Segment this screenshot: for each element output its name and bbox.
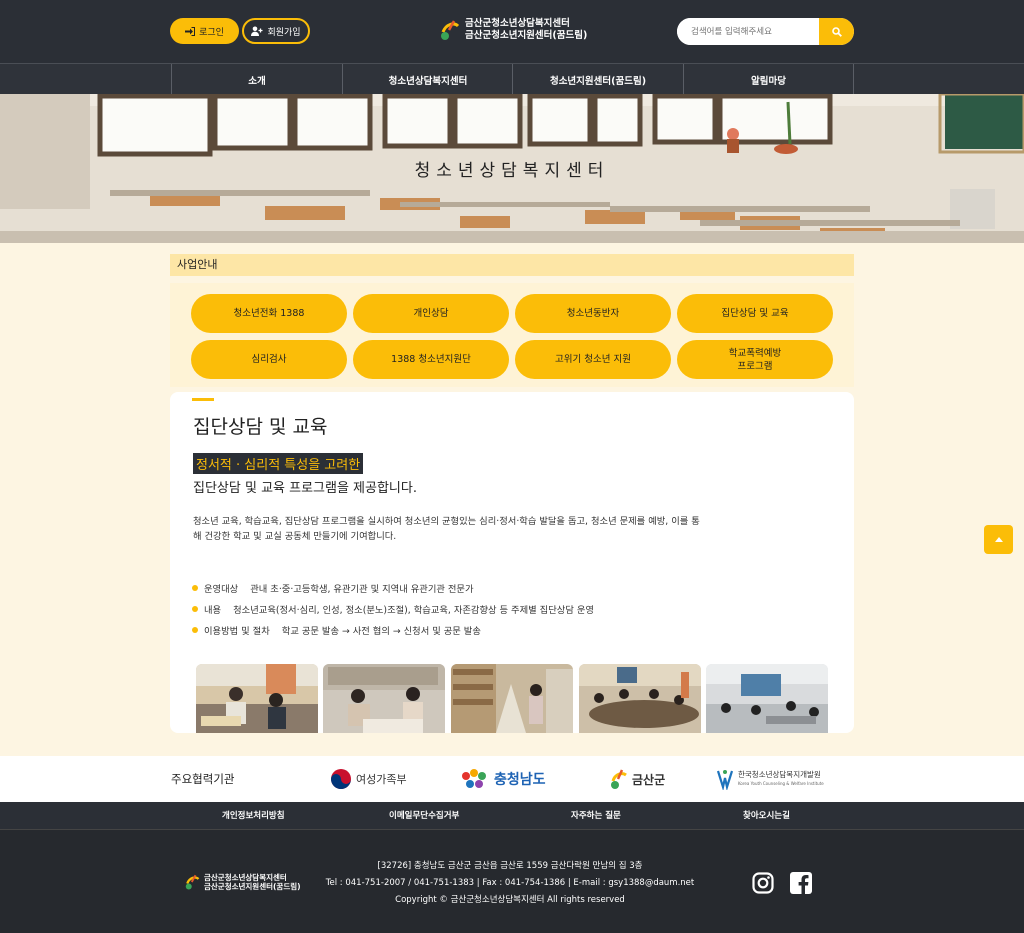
nav-item-counseling-center[interactable]: 청소년상담복지센터 (342, 64, 513, 95)
footer-address: [32726] 충청남도 금산군 금산읍 금산로 1559 금산다락원 만남의 … (377, 861, 643, 871)
search-icon (831, 26, 842, 37)
list-item: 이용방법 및 절차 학교 공문 발송 → 사전 협의 → 신청서 및 공문 발송 (192, 619, 594, 640)
logo-emblem-icon (185, 874, 200, 890)
link-faq[interactable]: 자주하는 질문 (571, 802, 621, 830)
footer-logo-line-1: 금산군청소년상담복지센터 (204, 873, 287, 882)
footer: 금산군청소년상담복지센터 금산군청소년지원센터(꿈드림) [32726] 충청남… (0, 830, 1024, 933)
partners-label: 주요협력기관 (171, 772, 235, 786)
bullet-value: 청소년교육(정서·심리, 인성, 정소(분노)조절), 학습교육, 자존감향상 … (233, 604, 594, 616)
footer-info: [32726] 충청남도 금산군 금산읍 금산로 1559 금산다락원 만남의 … (300, 858, 720, 909)
tab-school-violence-prevention[interactable]: 학교폭력예방 프로그램 (677, 340, 833, 379)
logo-line-1: 금산군청소년상담복지센터 (465, 18, 570, 29)
program-tabs: 청소년전화 1388 개인상담 청소년동반자 집단상담 및 교육 심리검사 13… (170, 283, 854, 387)
logo-line-2: 금산군청소년지원센터(꿈드림) (465, 30, 588, 41)
partner-name-en: Korea Youth Counseling & Welfare Institu… (738, 781, 824, 786)
tab-youth-companion[interactable]: 청소년동반자 (515, 294, 671, 333)
content-highlight: 정서적 · 심리적 특성을 고려한 (193, 453, 364, 474)
logo-emblem-icon (441, 20, 460, 40)
footer-logo-line-2: 금산군청소년지원센터(꿈드림) (204, 882, 301, 891)
instagram-link[interactable] (752, 872, 774, 894)
program-photo (196, 664, 318, 733)
content-card: 집단상담 및 교육 정서적 · 심리적 특성을 고려한 집단상담 및 교육 프로… (170, 392, 854, 733)
nav-item-support-center[interactable]: 청소년지원센터(꿈드림) (512, 64, 683, 95)
site-logo[interactable]: 금산군청소년상담복지센터 금산군청소년지원센터(꿈드림) (440, 18, 587, 42)
partner-name: 여성가족부 (356, 773, 407, 786)
hero-banner: 청소년상담복지센터 (0, 94, 1024, 243)
login-icon (185, 26, 196, 36)
nav-item-about[interactable]: 소개 (171, 64, 342, 95)
join-label: 회원가입 (267, 27, 301, 38)
footer-links: 개인정보처리방침 이메일무단수집거부 자주하는 질문 찾아오시는길 (0, 802, 1024, 830)
accent-bar (192, 398, 214, 401)
list-item: 내용 청소년교육(정서·심리, 인성, 정소(분노)조절), 학습교육, 자존감… (192, 598, 594, 619)
search-button[interactable] (819, 18, 854, 45)
program-photo (706, 664, 828, 733)
scroll-to-top-button[interactable] (984, 525, 1013, 554)
join-button[interactable]: 회원가입 (242, 18, 310, 44)
tab-individual-counseling[interactable]: 개인상담 (353, 294, 509, 333)
partner-name: 충청남도 (494, 772, 546, 788)
nav-item-notice[interactable]: 알림마당 (683, 64, 854, 95)
tab-youth-phone-1388[interactable]: 청소년전화 1388 (191, 294, 347, 333)
partner-mogef[interactable]: 여성가족부 (330, 766, 407, 792)
kyci-emblem-icon (716, 770, 734, 790)
program-photo (323, 664, 445, 733)
facebook-icon (790, 872, 812, 894)
bullet-value: 학교 공문 발송 → 사전 협의 → 신청서 및 공문 발송 (281, 625, 481, 637)
link-privacy-policy[interactable]: 개인정보처리방침 (222, 802, 285, 830)
content-title: 집단상담 및 교육 (193, 416, 328, 438)
login-button[interactable]: 로그인 (170, 18, 239, 44)
bullet-label: 내용 (204, 604, 222, 616)
program-photo (451, 664, 573, 733)
user-plus-icon (251, 26, 263, 36)
partner-kyci[interactable]: 한국청소년상담복지개발원 Korea Youth Counseling & We… (716, 766, 824, 792)
bullet-label: 운영대상 (204, 583, 239, 595)
footer-copyright: Copyright © 금산군청소년상담복지센터 All rights rese… (395, 895, 625, 905)
tab-psych-test[interactable]: 심리검사 (191, 340, 347, 379)
partner-name: 한국청소년상담복지개발원 (738, 770, 821, 779)
hero-title: 청소년상담복지센터 (414, 161, 610, 181)
partner-chungnam[interactable]: 충청남도 (460, 766, 546, 792)
partner-geumsan[interactable]: 금산군 (610, 766, 665, 792)
arrow-up-icon (994, 536, 1003, 542)
bullet-dot (192, 626, 198, 633)
search-box (677, 18, 854, 45)
link-email-refusal[interactable]: 이메일무단수집거부 (389, 802, 459, 830)
bullet-label: 이용방법 및 절차 (204, 625, 270, 637)
content-subtitle: 집단상담 및 교육 프로그램을 제공합니다. (193, 481, 417, 496)
taegeuk-icon (331, 769, 351, 789)
tab-high-risk-support[interactable]: 고위기 청소년 지원 (515, 340, 671, 379)
tab-group-counseling[interactable]: 집단상담 및 교육 (677, 294, 833, 333)
bullet-value: 관내 초·중·고등학생, 유관기관 및 지역내 유관기관 전문가 (250, 583, 474, 595)
program-photo (579, 664, 701, 733)
bullet-dot (192, 605, 198, 612)
geumsan-emblem-icon (611, 769, 627, 789)
main-nav: 소개 청소년상담복지센터 청소년지원센터(꿈드림) 알림마당 (0, 63, 1024, 95)
tab-1388-support-team[interactable]: 1388 청소년지원단 (353, 340, 509, 379)
header: 로그인 회원가입 금산군청소년상담복지센터 금산군청소년지원센터(꿈드림) (0, 0, 1024, 63)
bullet-dot (192, 584, 198, 591)
list-item: 운영대상 관내 초·중·고등학생, 유관기관 및 지역내 유관기관 전문가 (192, 577, 594, 598)
info-list: 운영대상 관내 초·중·고등학생, 유관기관 및 지역내 유관기관 전문가 내용… (192, 577, 594, 640)
instagram-icon (752, 872, 774, 894)
link-directions[interactable]: 찾아오시는길 (743, 802, 790, 830)
partners-bar: 주요협력기관 여성가족부 충청남도 금산군 한국청소년상담복지개발원 Korea… (0, 756, 1024, 802)
facebook-link[interactable] (790, 872, 812, 894)
section-header: 사업안내 (170, 254, 854, 276)
partner-name: 금산군 (632, 772, 666, 787)
login-label: 로그인 (199, 27, 224, 38)
search-input[interactable] (677, 18, 819, 45)
content-description: 청소년 교육, 학습교육, 집단상담 프로그램을 실시하여 청소년의 균형있는 … (193, 516, 700, 542)
footer-logo: 금산군청소년상담복지센터 금산군청소년지원센터(꿈드림) (185, 873, 301, 891)
footer-contact: Tel : 041-751-2007 / 041-751-1383 | Fax … (325, 878, 695, 888)
chungnam-emblem-icon (462, 769, 486, 788)
